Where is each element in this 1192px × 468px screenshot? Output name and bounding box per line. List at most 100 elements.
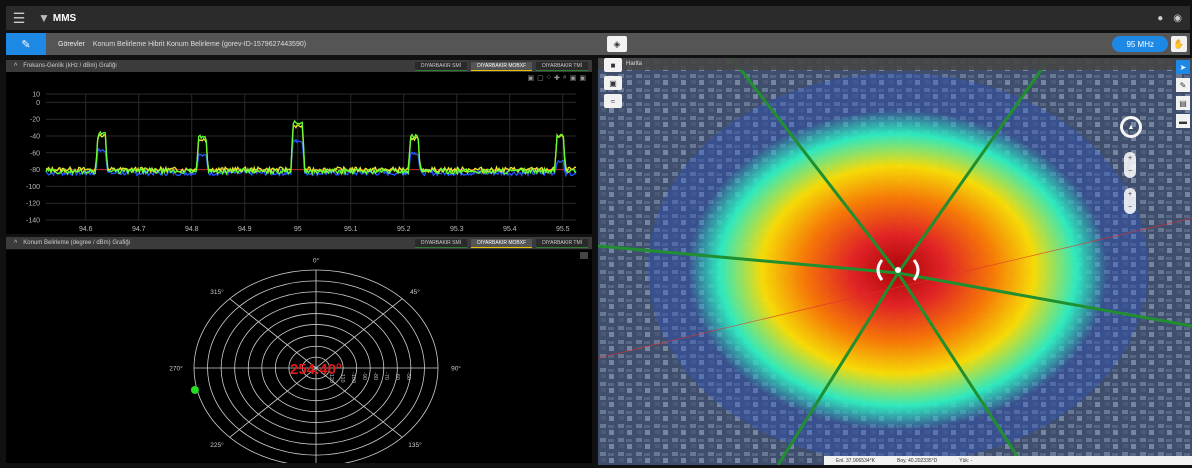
layers-icon: ◈ [613,38,621,49]
radial-label: -50 [405,372,411,380]
screenshot-icon[interactable]: ▣ [604,76,622,90]
x-tick-label: 95 [294,226,302,233]
map-right-toolbar: ➤ ✎ ▤ ▬ [1176,60,1190,128]
radial-label: -60 [394,372,400,380]
longitude-readout: Boy. 40.202335°D [896,457,938,464]
top-bar: ☰ ▼ MMS ● ◉ [6,6,1190,30]
spectrum-panel-header: ^ Frekans-Genlik (kHz / dBm) Grafiği DIY… [6,60,592,72]
station-tab[interactable]: DIYARBAKIR TMİ [536,61,588,71]
direction-panel-title: Konum Belirleme (degree / dBm) Grafiği [23,240,131,246]
angle-label: 135° [408,441,422,449]
y-tick-label: 0 [36,100,40,107]
y-tick-label: 10 [32,92,40,99]
x-tick-label: 95.1 [344,226,358,233]
y-tick-label: -140 [26,218,40,225]
station-tab[interactable]: DIYARBAKIR SMİ [414,238,468,248]
radial-label: -90 [361,372,367,380]
altitude-readout: Yük: - [959,457,973,464]
zoom-in-icon[interactable]: ▣ [570,74,577,82]
bearing-value: 254.40° [290,361,342,378]
station-tab[interactable]: DIYARBAKIR MOBXF [471,61,533,71]
polar-svg: 0°45°90°135°225°270°315°-120 -110 -100 -90-… [169,257,461,467]
angle-label: 45° [410,288,420,296]
spectrum-station-tabs: DIYARBAKIR SMİ DIYARBAKIR MOBXF DIYARBAKIR… [414,61,592,71]
map-title: Harita [626,61,643,67]
document-icon[interactable]: ■ [604,58,622,72]
angle-label: 90° [451,365,461,373]
series-yellow [45,123,576,175]
x-tick-label: 94.9 [238,226,252,233]
direction-polar-chart[interactable]: 0° 45° 90° 135° 225° 270° 315° -120 -110 -100 -90-… [6,250,592,467]
map-svg [598,58,1192,465]
tilt-control[interactable]: + − [1124,188,1136,214]
x-tick-label: 95.4 [503,226,517,233]
select-icon[interactable]: ➤ [1176,60,1190,74]
collapse-chevron-icon[interactable]: ^ [14,240,17,247]
camera-icon[interactable]: ▣ [527,74,534,82]
corner-menu-icon[interactable] [580,252,588,259]
pan-icon[interactable]: ✚ [554,74,560,82]
spectrum-chart[interactable]: 10 0 -20 -40 -60 -80 -100 -120 -140 94.6 94.7 94.8 9… [6,72,592,234]
x-tick-label: 95.2 [397,226,411,233]
x-tick-label: 95.5 [556,226,570,233]
minus-icon[interactable]: − [1128,168,1132,175]
zoom-box-icon[interactable]: ▢ [537,74,544,82]
y-tick-label: -60 [30,150,40,157]
edit-button[interactable]: ✎ [6,33,46,55]
spectrum-panel-title: Frekans-Genlik (kHz / dBm) Grafiği [23,63,117,69]
pencil-icon: ✎ [21,38,31,51]
signal-marker [190,385,199,394]
zoom-control[interactable]: + − [1124,152,1136,178]
frequency-pill[interactable]: 95 MHz [1112,36,1168,52]
collapse-chevron-icon[interactable]: ^ [14,63,17,70]
direction-panel-header: ^ Konum Belirleme (degree / dBm) Grafiği… [6,237,592,249]
spectrum-svg: 100 -20 -40 -60 -80 -100 -120 -140 94.6 94.7 94.8 9… [26,92,577,233]
map-left-toolbar: ■ ▣ ≈ [604,58,622,108]
station-tab[interactable]: DIYARBAKIR SMİ [414,61,468,71]
zoom-icon[interactable]: ⌕ [563,74,567,82]
plus-icon[interactable]: + [1128,155,1132,162]
map-header: Harita [598,58,1192,70]
y-tick-label: -100 [26,184,40,191]
x-tick-label: 95.3 [450,226,464,233]
draw-icon[interactable]: ✎ [1176,78,1190,92]
app-logo: ▼ MMS [38,11,76,25]
station-tab[interactable]: DIYARBAKIR TMİ [536,238,588,248]
user-icon[interactable]: ◉ [1173,13,1182,24]
angle-label: 315° [210,288,224,296]
task-bar: ✎ Görevler Konum Belirleme Hibrit Konum … [6,33,1190,55]
tilt-down-icon[interactable]: − [1128,204,1132,211]
ruler-icon[interactable]: ▬ [1176,114,1190,128]
menu-icon[interactable]: ☰ [6,10,32,27]
radial-label: -70 [383,372,389,380]
task-text: Konum Belirleme Hibrit Konum Belirleme (… [92,40,307,48]
x-tick-label: 94.6 [79,226,93,233]
logo-icon: ▼ [38,11,50,25]
map-view[interactable]: Harita ■ ▣ ≈ ➤ ✎ ▤ ▬ ▲ + − + − Enl. 37.906… [598,58,1192,465]
station-tab[interactable]: DIYARBAKIR MOBXF [471,238,533,248]
direction-station-tabs: DIYARBAKIR SMİ DIYARBAKIR MOBXF DIYARBAKIR… [414,238,592,248]
map-statusbar: Enl. 37.906534°K Boy. 40.202335°D Yük: - [824,456,1192,465]
route-icon[interactable]: ≈ [604,94,622,108]
angle-label: 225° [210,441,224,449]
radial-label: -100 [350,372,356,383]
angle-label: 0° [313,257,320,265]
notification-icon[interactable]: ● [1157,13,1163,24]
compass-icon[interactable]: ▲ [1120,116,1142,138]
lasso-icon[interactable]: ○ [547,74,551,82]
y-tick-label: -20 [30,117,40,124]
chart-toolbar: ▣ ▢ ○ ✚ ⌕ ▣ ▣ [527,74,586,82]
measure-icon[interactable]: ▤ [1176,96,1190,110]
task-label: Görevler [58,40,85,48]
x-tick-label: 94.7 [132,226,146,233]
layers-button[interactable]: ◈ [607,36,627,52]
angle-label: 270° [169,365,183,373]
tilt-up-icon[interactable]: + [1128,191,1132,198]
radial-label: -80 [372,372,378,380]
y-tick-label: -40 [30,134,40,141]
pan-hand-icon[interactable]: ✋ [1171,36,1187,52]
y-tick-label: -80 [30,167,40,174]
latitude-readout: Enl. 37.906534°K [836,457,875,464]
reset-icon[interactable]: ▣ [579,74,586,82]
app-title: MMS [52,12,77,24]
